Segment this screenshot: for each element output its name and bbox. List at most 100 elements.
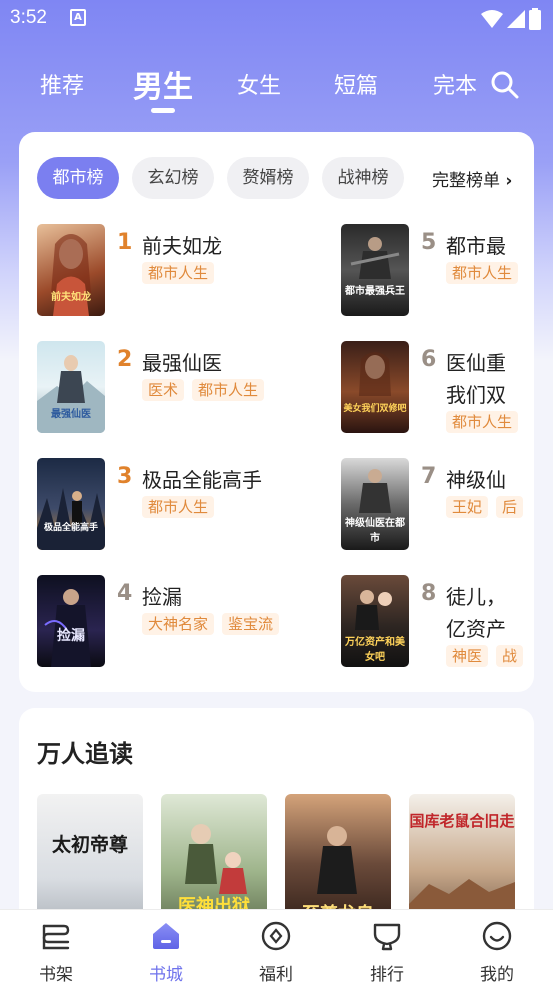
popular-section-card: 万人追读 太初帝尊 医神出狱 至尊龙皇 国库老鼠合旧走 [19,708,534,928]
book-title: 最强仙医 [142,351,222,375]
full-list-label: 完整榜单 [432,171,500,191]
rank-item[interactable]: 都市最强兵王 5 都市最 都市人生 [341,224,534,316]
chip-urban[interactable]: 都市榜 [37,157,119,199]
nav-welfare[interactable]: 福利 [236,910,316,984]
popular-book-cover[interactable]: 国库老鼠合旧走 [409,794,515,928]
chip-war-god[interactable]: 战神榜 [322,157,404,199]
nav-bookstore[interactable]: 书城 [126,910,206,984]
rank-item[interactable]: 美女我们双修吧 6 医仙重 我们双 都市人生 [341,341,534,433]
tag-list: 王妃 后 [446,496,524,518]
smile-icon [482,921,512,951]
cover-title: 国库老鼠合旧走 [409,812,515,830]
welfare-icon [261,921,291,951]
nav-ranking[interactable]: 排行 [347,910,427,984]
rank-number: 1 [117,230,133,255]
full-list-link[interactable]: 完整榜单 › [432,166,512,191]
book-title: 都市最 [446,234,506,258]
book-cover: 都市最强兵王 [341,224,409,316]
book-cover: 极品全能高手 [37,458,105,550]
book-cover: 美女我们双修吧 [341,341,409,433]
book-cover: 前夫如龙 [37,224,105,316]
tag: 都市人生 [142,262,215,284]
book-title: 前夫如龙 [142,234,222,258]
book-title-line2: 亿资产 [446,617,506,641]
tag: 都市人生 [192,379,265,401]
section-title: 万人追读 [37,740,133,768]
tag: 大神名家 [142,613,215,635]
rank-item[interactable]: 神级仙医在都市 7 神级仙 王妃 后 [341,458,534,550]
book-title: 捡漏 [142,585,182,609]
rank-item[interactable]: 前夫如龙 1 前夫如龙 都市人生 [37,224,327,316]
cover-title: 都市最强兵王 [345,286,405,297]
tag: 医术 [142,379,185,401]
rank-item[interactable]: 最强仙医 2 最强仙医 医术 都市人生 [37,341,327,433]
nav-label: 我的 [480,965,514,984]
popular-book-cover[interactable]: 医神出狱 [161,794,267,928]
tab-female[interactable]: 女生 [237,68,281,100]
search-icon[interactable] [490,70,520,100]
rank-item[interactable]: 捡漏 4 捡漏 大神名家 鉴宝流 [37,575,327,667]
book-title-line2: 我们双 [446,383,506,407]
signal-icon [507,10,525,28]
tag-list: 大神名家 鉴宝流 [142,613,280,635]
tag-list: 都市人生 [142,496,215,518]
rank-number: 8 [421,581,437,606]
book-cover: 万亿资产和美女吧 [341,575,409,667]
tab-completed[interactable]: 完本 [433,68,477,100]
tag: 鉴宝流 [222,613,280,635]
tag: 战 [496,645,524,667]
tab-male[interactable]: 男生 [133,62,193,106]
battery-icon [529,8,541,30]
tag-list: 都市人生 [446,411,519,433]
tab-recommend[interactable]: 推荐 [40,68,84,100]
tag-list: 医术 都市人生 [142,379,265,401]
trophy-icon [373,923,401,951]
rank-item[interactable]: 极品全能高手 3 极品全能高手 都市人生 [37,458,327,550]
tag-list: 神医 战 [446,645,524,667]
status-icons [481,8,541,30]
book-cover: 神级仙医在都市 [341,458,409,550]
rank-item[interactable]: 万亿资产和美女吧 8 徒儿， 亿资产 神医 战 [341,575,534,667]
nav-label: 福利 [259,965,293,984]
tag: 都市人生 [142,496,215,518]
tab-short[interactable]: 短篇 [334,68,378,100]
popular-book-cover[interactable]: 太初帝尊 [37,794,143,928]
cover-title: 万亿资产和美女吧 [345,637,405,663]
bottom-nav: 书架 书城 福利 排行 我的 [0,909,553,984]
active-tab-indicator [151,108,175,113]
nav-bookshelf[interactable]: 书架 [16,910,96,984]
tag: 神医 [446,645,489,667]
status-bar: 3:52 A [0,0,553,36]
book-title-line1: 医仙重 [446,351,506,375]
bookshelf-icon [42,924,70,950]
cover-title: 捡漏 [57,628,85,644]
chip-son-in-law[interactable]: 赘婿榜 [227,157,309,199]
tag-list: 都市人生 [142,262,215,284]
nav-label: 排行 [370,965,404,984]
nav-label: 书城 [149,965,183,984]
rank-number: 7 [421,464,437,489]
tag: 王妃 [446,496,489,518]
status-time: 3:52 [10,7,47,28]
ranking-list: 前夫如龙 1 前夫如龙 都市人生 最强仙医 2 最强仙医 医术 都市人生 极品全 [19,220,534,680]
tag-list: 都市人生 [446,262,519,284]
rank-number: 4 [117,581,133,606]
nav-mine[interactable]: 我的 [457,910,537,984]
popular-book-cover[interactable]: 至尊龙皇 [285,794,391,928]
book-title: 神级仙 [446,468,506,492]
chip-fantasy[interactable]: 玄幻榜 [132,157,214,199]
rank-number: 5 [421,230,437,255]
notification-icon: A [70,9,86,26]
rank-number: 6 [421,347,437,372]
top-tab-bar: 推荐 男生 女生 短篇 完本 [0,56,553,116]
rank-number: 2 [117,347,133,372]
nav-label: 书架 [39,965,73,984]
home-icon [153,923,179,949]
tag: 后 [496,496,524,518]
cover-title: 极品全能高手 [43,523,98,533]
tag: 都市人生 [446,262,519,284]
cover-title: 太初帝尊 [51,834,128,856]
cover-title: 美女我们双修吧 [343,404,407,414]
book-cover: 最强仙医 [37,341,105,433]
rank-number: 3 [117,464,133,489]
